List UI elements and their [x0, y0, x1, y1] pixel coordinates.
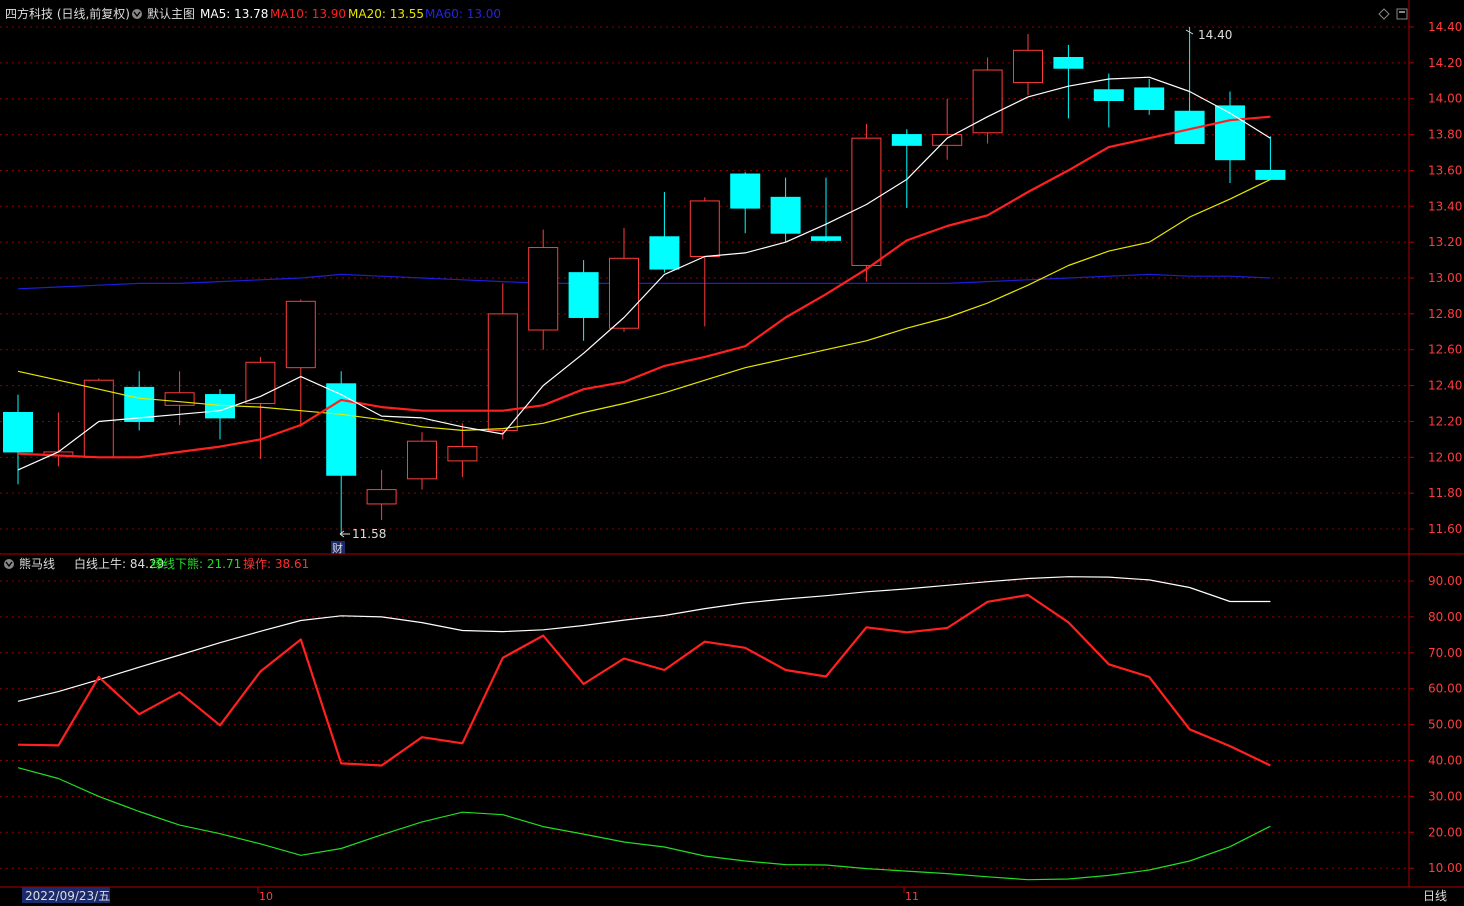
indicator-tick-label: 30.00	[1428, 789, 1462, 803]
indicator-tick-label: 20.00	[1428, 825, 1462, 839]
indicator-lines	[17, 576, 1271, 881]
candle-body	[689, 200, 720, 258]
price-tick-label: 12.60	[1428, 343, 1462, 357]
candle-body	[1134, 87, 1165, 110]
candle-body	[285, 300, 316, 369]
ma5-legend: MA5: 13.78	[200, 7, 268, 21]
candle-body	[932, 134, 963, 146]
candle-body	[326, 383, 357, 476]
candle-body	[528, 247, 559, 331]
price-tick-label: 12.20	[1428, 414, 1462, 428]
period-label[interactable]: 日线	[1423, 889, 1447, 903]
price-tick-label: 12.40	[1428, 379, 1462, 393]
diamond-icon[interactable]	[1378, 8, 1390, 20]
candle-body	[487, 313, 518, 431]
price-tick-label: 13.20	[1428, 235, 1462, 249]
candle-body	[164, 392, 195, 406]
candle-body	[1053, 56, 1084, 69]
candle-body	[1255, 169, 1286, 180]
price-tick-label: 12.80	[1428, 307, 1462, 321]
ma10-legend: MA10: 13.90	[270, 7, 346, 21]
candle-body	[407, 440, 437, 480]
candle-body	[811, 236, 841, 241]
indicator-tick-label: 10.00	[1428, 861, 1462, 875]
price-tick-label: 11.80	[1428, 486, 1462, 500]
stock-title: 四方科技 (日线,前复权)	[5, 6, 130, 21]
price-tick-label: 14.00	[1428, 92, 1462, 106]
candle-body	[3, 411, 33, 453]
price-tick-label: 13.00	[1428, 271, 1462, 285]
green-bear-line	[17, 767, 1271, 881]
price-tick-label: 12.00	[1428, 450, 1462, 464]
low-price-label: 11.58	[352, 527, 386, 541]
indicator-tick-label: 80.00	[1428, 610, 1462, 624]
candle-body	[124, 386, 155, 422]
month-label-nov: 11	[905, 890, 919, 903]
price-tick-label: 14.40	[1428, 20, 1462, 34]
chart-name[interactable]: 默认主图	[147, 6, 195, 21]
indicator-tick-label: 50.00	[1428, 718, 1462, 732]
price-tick-label: 13.60	[1428, 163, 1462, 177]
white-bull-line	[17, 576, 1271, 702]
green-line-value: 绿线下熊: 21.71	[151, 556, 241, 571]
indicator-tick-label: 70.00	[1428, 646, 1462, 660]
candle-body	[891, 134, 922, 146]
indicator-tick-label: 40.00	[1428, 754, 1462, 768]
candle-body	[770, 196, 801, 234]
stock-chart: 14.40 14.20 14.00 13.80 13.60 13.40 13.20 13.00…	[0, 0, 1464, 903]
candle-body	[972, 69, 1003, 134]
date-cursor-label: 2022/09/23/五	[25, 889, 110, 903]
price-tick-label: 14.20	[1428, 56, 1462, 70]
price-tick-label: 11.60	[1428, 522, 1462, 536]
indicator-tick-label: 60.00	[1428, 682, 1462, 696]
candle-body	[851, 137, 882, 266]
ma60-line	[17, 273, 1271, 290]
candle-body	[568, 272, 599, 318]
indicator-menu-icon[interactable]	[4, 559, 14, 569]
indicator-name[interactable]: 熊马线	[19, 556, 55, 571]
candle-body	[1013, 49, 1043, 84]
ma20-line	[17, 178, 1271, 431]
indicator-tick-label: 90.00	[1428, 574, 1462, 588]
ma60-legend: MA60: 13.00	[425, 7, 501, 21]
price-tick-label: 13.40	[1428, 199, 1462, 213]
window-icon[interactable]	[1396, 8, 1408, 20]
window-icon-bar	[1399, 11, 1405, 13]
candle-body	[1215, 105, 1245, 161]
candle-body	[1093, 89, 1124, 102]
tick-labels: 14.40 14.20 14.00 13.80 13.60 13.40 13.20 13.00…	[1428, 20, 1462, 875]
high-price-label: 14.40	[1198, 28, 1232, 42]
red-line-value: 操作: 38.61	[243, 556, 309, 571]
ma20-legend: MA20: 13.55	[348, 7, 424, 21]
candle-body	[730, 173, 761, 209]
candle-body	[366, 489, 397, 505]
red-operation-line	[17, 593, 1271, 767]
candle-body	[649, 236, 680, 270]
candle-body	[245, 361, 276, 405]
candlestick-series	[3, 27, 1286, 533]
price-tick-label: 13.80	[1428, 128, 1462, 142]
ma60-layer	[17, 273, 1271, 290]
event-badge-text: 财	[332, 541, 343, 555]
month-label-oct: 10	[259, 890, 273, 903]
chart-menu-icon[interactable]	[132, 9, 142, 19]
candle-body	[447, 446, 478, 462]
